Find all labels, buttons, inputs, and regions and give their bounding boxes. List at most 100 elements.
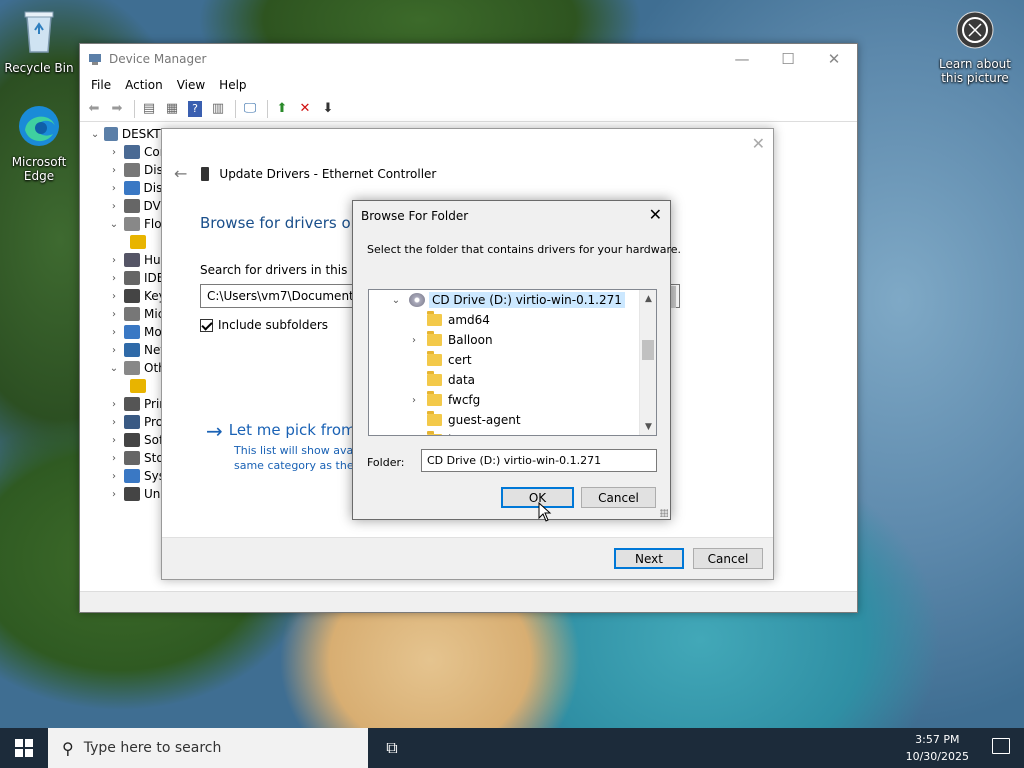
chevron-right-icon[interactable]: › bbox=[108, 273, 120, 284]
wizard-back-button[interactable]: ← bbox=[174, 164, 187, 183]
uninstall-device-button[interactable]: ✕ bbox=[295, 99, 315, 119]
device-tree-row[interactable]: ⌄ Oth bbox=[80, 359, 170, 377]
device-tree-row[interactable]: › Disp bbox=[80, 179, 170, 197]
menu-action[interactable]: Action bbox=[118, 78, 170, 92]
notification-center-icon[interactable] bbox=[992, 738, 1010, 754]
chevron-right-icon[interactable]: › bbox=[108, 417, 120, 428]
wizard-cancel-button[interactable]: Cancel bbox=[693, 548, 763, 569]
device-tree-row[interactable] bbox=[80, 233, 170, 251]
folder-tree[interactable]: i386 guest-agent › fwcfg data cert › Balloon amd… bbox=[368, 289, 657, 436]
chevron-right-icon[interactable]: › bbox=[108, 309, 120, 320]
device-tree-row[interactable]: › Net bbox=[80, 341, 170, 359]
show-hide-console-tree-button[interactable]: ▤ bbox=[139, 99, 159, 119]
folder-icon bbox=[427, 331, 442, 346]
device-tree-row[interactable]: › Hur bbox=[80, 251, 170, 269]
recycle-bin-shortcut[interactable]: Recycle Bin bbox=[1, 8, 77, 75]
folder-tree-scrollbar[interactable]: ▲ ▼ bbox=[639, 290, 656, 435]
browse-cancel-button[interactable]: Cancel bbox=[581, 487, 656, 508]
chevron-right-icon[interactable]: › bbox=[108, 255, 120, 266]
let-me-pick-link[interactable]: → Let me pick from bbox=[206, 421, 356, 441]
properties-icon: ▦ bbox=[165, 101, 179, 116]
device-tree-row[interactable]: › IDE bbox=[80, 269, 170, 287]
device-tree-row[interactable]: › Cor bbox=[80, 143, 170, 161]
device-tree-row[interactable]: › Key bbox=[80, 287, 170, 305]
folder-node-label: i386 bbox=[448, 433, 474, 435]
learn-about-picture-shortcut[interactable]: Learn about this picture bbox=[937, 10, 1013, 85]
chevron-down-icon[interactable]: ⌄ bbox=[108, 219, 120, 230]
chevron-down-icon[interactable]: ⌄ bbox=[389, 295, 403, 306]
device-tree-row[interactable]: › Stor bbox=[80, 449, 170, 467]
menu-file[interactable]: File bbox=[84, 78, 118, 92]
folder-input[interactable]: CD Drive (D:) virtio-win-0.1.271 bbox=[421, 449, 657, 472]
folder-node[interactable]: amd64 bbox=[407, 310, 490, 330]
chevron-right-icon[interactable]: › bbox=[108, 399, 120, 410]
properties-button[interactable]: ▦ bbox=[162, 99, 182, 119]
resize-grip[interactable] bbox=[660, 509, 668, 517]
close-icon[interactable]: ✕ bbox=[649, 205, 662, 224]
menu-help[interactable]: Help bbox=[212, 78, 253, 92]
device-tree-row[interactable]: › Mic bbox=[80, 305, 170, 323]
folder-node[interactable]: cert bbox=[407, 350, 472, 370]
download-button[interactable]: ⬇ bbox=[318, 99, 338, 119]
right-arrow-icon: → bbox=[206, 419, 223, 443]
forward-button[interactable]: ➡ bbox=[107, 99, 127, 119]
chevron-right-icon[interactable]: › bbox=[108, 147, 120, 158]
chevron-right-icon[interactable]: › bbox=[108, 345, 120, 356]
cd-drive-node[interactable]: ⌄ CD Drive (D:) virtio-win-0.1.271 bbox=[389, 290, 625, 310]
device-tree-row[interactable]: › Uni bbox=[80, 485, 170, 503]
microsoft-edge-shortcut[interactable]: Microsoft Edge bbox=[1, 104, 77, 183]
maximize-button[interactable]: ☐ bbox=[765, 44, 811, 74]
taskbar-search-box[interactable]: ⚲ Type here to search bbox=[48, 728, 368, 768]
device-tree-row[interactable] bbox=[80, 377, 170, 395]
folder-node-label: fwcfg bbox=[448, 393, 481, 407]
scroll-up-icon[interactable]: ▲ bbox=[640, 290, 656, 307]
chevron-right-icon[interactable]: › bbox=[108, 165, 120, 176]
scan-hardware-button[interactable]: 🖵 bbox=[240, 99, 260, 119]
menu-view[interactable]: View bbox=[170, 78, 212, 92]
back-button[interactable]: ⬅ bbox=[84, 99, 104, 119]
device-tree-row[interactable]: › DVD bbox=[80, 197, 170, 215]
folder-node[interactable]: › Balloon bbox=[407, 330, 493, 350]
chevron-right-icon[interactable]: › bbox=[108, 471, 120, 482]
minimize-button[interactable]: — bbox=[719, 44, 765, 74]
device-tree-row[interactable]: › Prir bbox=[80, 395, 170, 413]
microsoft-edge-label: Microsoft Edge bbox=[11, 155, 67, 183]
include-subfolders-row[interactable]: Include subfolders bbox=[200, 318, 328, 332]
update-driver-button[interactable]: ⬆ bbox=[272, 99, 292, 119]
scrollbar-thumb[interactable] bbox=[642, 340, 654, 360]
folder-node-label: amd64 bbox=[448, 313, 490, 327]
chevron-right-icon[interactable]: › bbox=[108, 435, 120, 446]
device-tree-row[interactable]: ⌄ Flop bbox=[80, 215, 170, 233]
folder-node[interactable]: guest-agent bbox=[407, 410, 521, 430]
chevron-right-icon[interactable]: › bbox=[108, 453, 120, 464]
chevron-right-icon[interactable]: › bbox=[407, 335, 421, 346]
system-clock[interactable]: 3:57 PM 10/30/2025 bbox=[906, 731, 969, 765]
action-pane-button[interactable]: ▥ bbox=[208, 99, 228, 119]
chevron-down-icon[interactable]: ⌄ bbox=[90, 129, 100, 140]
device-tree-row[interactable]: › Mo bbox=[80, 323, 170, 341]
close-button[interactable]: ✕ bbox=[811, 44, 857, 74]
help-button[interactable]: ? bbox=[185, 99, 205, 119]
chevron-right-icon[interactable]: › bbox=[108, 327, 120, 338]
folder-node[interactable]: i386 bbox=[407, 430, 474, 435]
wizard-close-button[interactable]: ✕ bbox=[752, 134, 765, 153]
chevron-down-icon[interactable]: ⌄ bbox=[108, 363, 120, 374]
folder-node[interactable]: data bbox=[407, 370, 475, 390]
device-tree-row[interactable]: › Disl bbox=[80, 161, 170, 179]
chevron-right-icon[interactable]: › bbox=[407, 395, 421, 406]
chevron-right-icon[interactable]: › bbox=[108, 183, 120, 194]
chevron-right-icon[interactable]: › bbox=[108, 291, 120, 302]
device-tree-row[interactable]: › Sofi bbox=[80, 431, 170, 449]
scroll-down-icon[interactable]: ▼ bbox=[640, 418, 656, 435]
include-subfolders-checkbox[interactable] bbox=[200, 318, 213, 332]
task-view-button[interactable]: ⧉ bbox=[368, 728, 416, 768]
start-button[interactable] bbox=[0, 728, 48, 768]
next-button[interactable]: Next bbox=[614, 548, 684, 569]
folder-node[interactable]: › fwcfg bbox=[407, 390, 480, 410]
device-tree-row[interactable]: ⌄ DESKTO bbox=[80, 125, 170, 143]
chevron-right-icon[interactable]: › bbox=[108, 489, 120, 500]
device-tree-row[interactable]: › Pro bbox=[80, 413, 170, 431]
mouse-icon bbox=[124, 307, 140, 321]
chevron-right-icon[interactable]: › bbox=[108, 201, 120, 212]
device-tree-row[interactable]: › Syst bbox=[80, 467, 170, 485]
